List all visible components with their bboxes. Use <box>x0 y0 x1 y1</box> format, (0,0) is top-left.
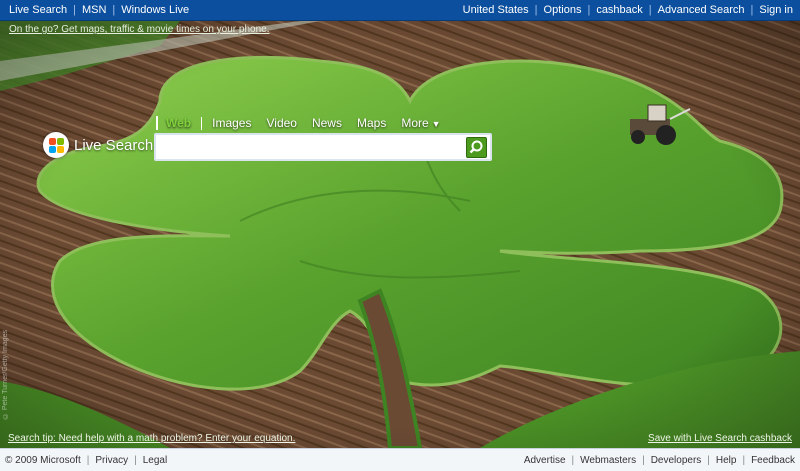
photo-credit: © Pete Turner/Getty Images <box>2 330 9 420</box>
separator: | <box>86 454 90 466</box>
search-box <box>154 133 492 161</box>
tab-news[interactable]: News <box>312 116 342 130</box>
separator: | <box>750 4 754 16</box>
search-input[interactable] <box>159 138 464 156</box>
separator: | <box>587 4 591 16</box>
nav-link-region[interactable]: United States <box>463 4 529 16</box>
separator: | <box>73 4 76 16</box>
nav-link-options[interactable]: Options <box>544 4 582 16</box>
separator: | <box>742 454 746 466</box>
footer-link-advertise[interactable]: Advertise <box>524 455 566 466</box>
nav-link-cashback[interactable]: cashback <box>596 4 642 16</box>
top-nav-left: Live Search | MSN | Windows Live <box>9 4 189 16</box>
search-button[interactable] <box>466 137 487 158</box>
tab-maps[interactable]: Maps <box>357 116 386 130</box>
footer-bar: © 2009 Microsoft | Privacy | Legal Adver… <box>0 448 800 471</box>
nav-link-live-search[interactable]: Live Search <box>9 4 67 16</box>
top-nav-bar: Live Search | MSN | Windows Live United … <box>0 0 800 21</box>
live-search-logo[interactable]: Live Search <box>43 132 153 158</box>
search-magnifier-icon <box>469 140 483 154</box>
search-vertical-tabs: Web Images Video News Maps More ▼ <box>156 116 456 130</box>
footer-right: Advertise | Webmasters | Developers | He… <box>524 455 795 466</box>
separator: | <box>571 454 575 466</box>
separator: | <box>134 454 137 466</box>
tab-more[interactable]: More ▼ <box>401 116 440 130</box>
nav-link-msn[interactable]: MSN <box>82 4 106 16</box>
nav-link-windows-live[interactable]: Windows Live <box>121 4 189 16</box>
footer-link-feedback[interactable]: Feedback <box>751 455 795 466</box>
separator: | <box>112 4 116 16</box>
footer-link-privacy[interactable]: Privacy <box>95 455 128 466</box>
tab-divider <box>201 116 203 130</box>
copyright-text: © 2009 Microsoft <box>5 454 81 466</box>
footer-link-webmasters[interactable]: Webmasters <box>580 455 636 466</box>
separator: | <box>534 4 538 16</box>
separator: | <box>707 454 710 466</box>
windows-flag-orb-icon <box>43 132 69 158</box>
footer-link-developers[interactable]: Developers <box>651 455 702 466</box>
search-tip-link[interactable]: Search tip: Need help with a math proble… <box>8 433 295 444</box>
tab-video[interactable]: Video <box>266 116 296 130</box>
footer-left: © 2009 Microsoft | Privacy | Legal <box>5 455 167 466</box>
chevron-down-icon: ▼ <box>431 119 441 129</box>
footer-link-help[interactable]: Help <box>716 455 737 466</box>
background-photo <box>0 21 800 448</box>
separator: | <box>642 454 645 466</box>
tab-web[interactable]: Web <box>156 116 191 130</box>
clover-field-illustration <box>0 21 800 448</box>
nav-link-advanced-search[interactable]: Advanced Search <box>658 4 745 16</box>
cashback-promo-link[interactable]: Save with Live Search cashback <box>648 433 792 444</box>
mobile-promo-link[interactable]: On the go? Get maps, traffic & movie tim… <box>9 24 270 35</box>
top-nav-right: United States | Options | cashback | Adv… <box>463 4 793 16</box>
tab-more-label: More <box>401 116 429 130</box>
nav-link-sign-in[interactable]: Sign in <box>759 4 793 16</box>
tab-images[interactable]: Images <box>212 116 251 130</box>
separator: | <box>648 4 652 16</box>
footer-link-legal[interactable]: Legal <box>143 455 167 466</box>
logo-text: Live Search <box>74 136 154 154</box>
